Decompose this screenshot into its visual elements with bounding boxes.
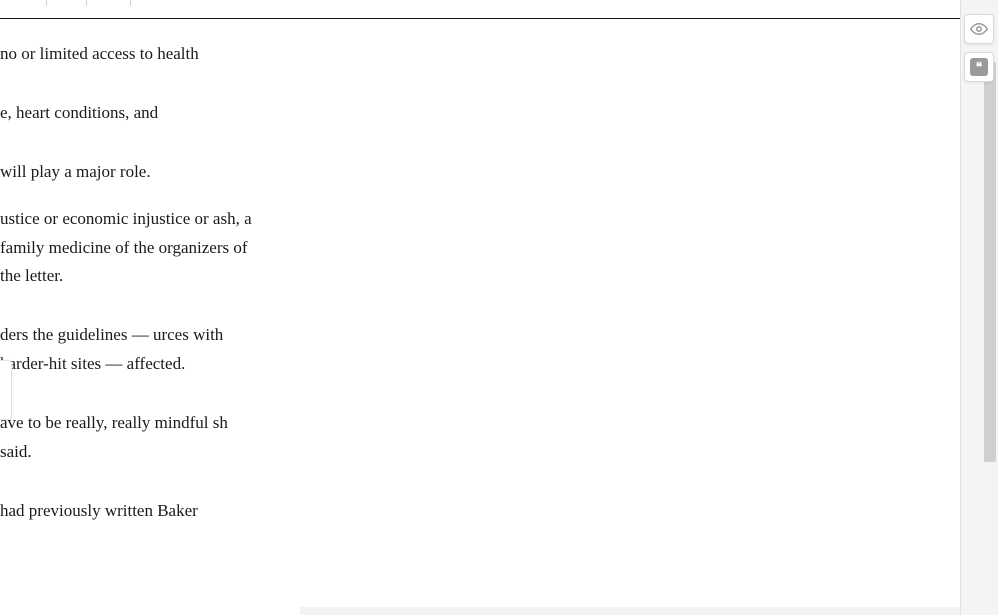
visibility-toggle-button[interactable]: [964, 14, 994, 44]
paragraph: ave to be really, really mindful sh said…: [0, 409, 260, 467]
left-peek-card: [0, 360, 12, 420]
paragraph: no or limited access to health: [0, 40, 260, 69]
bottom-panel-strip: [300, 607, 960, 615]
paragraph: e, heart conditions, and: [0, 99, 260, 128]
divider: [86, 0, 87, 6]
paragraph: had previously written Baker: [0, 497, 260, 526]
divider: [130, 0, 131, 6]
paragraph: ustice or economic injustice or ash, a f…: [0, 205, 260, 292]
scrollbar-track[interactable]: [982, 0, 998, 615]
paragraph: will play a major role.: [0, 158, 260, 187]
paragraph: ders the guidelines — urces with harder-…: [0, 321, 260, 379]
top-tab-dividers: [0, 0, 135, 6]
divider: [46, 0, 47, 6]
quote-icon: ❝: [970, 58, 988, 76]
header-rule: [0, 18, 960, 19]
eye-icon: [970, 20, 988, 38]
scrollbar-thumb[interactable]: [984, 62, 996, 462]
quote-button[interactable]: ❝: [964, 52, 994, 82]
article-body: no or limited access to health e, heart …: [0, 40, 260, 556]
